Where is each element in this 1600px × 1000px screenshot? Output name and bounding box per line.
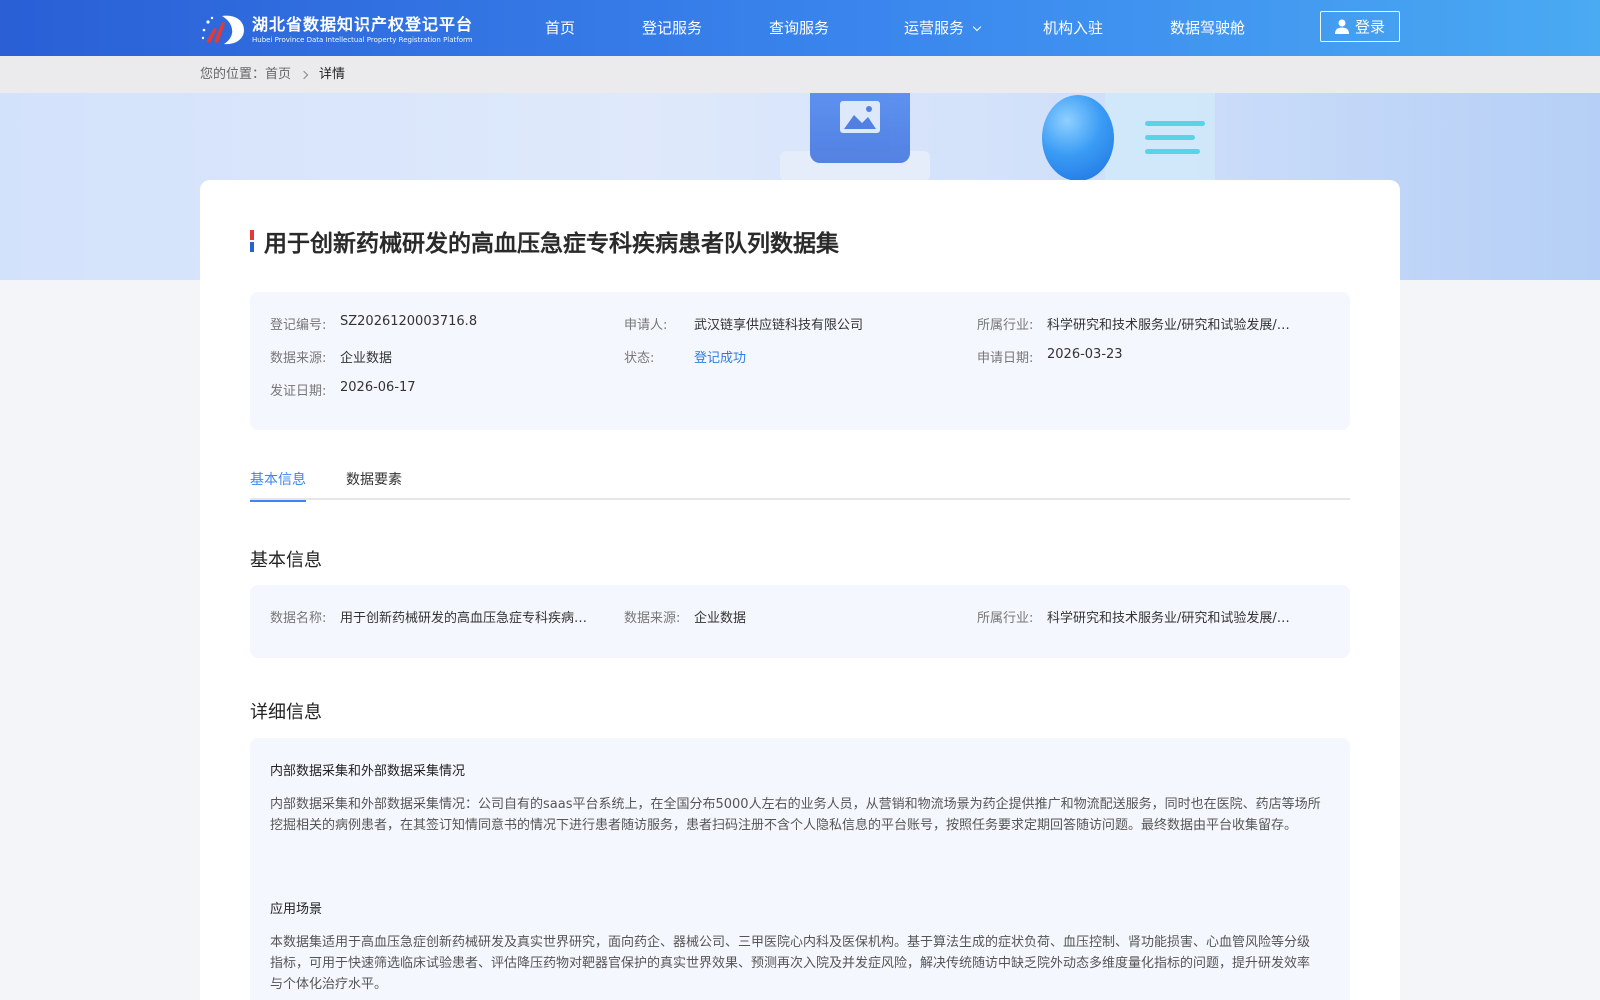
basic-info-panel: 数据名称: 用于创新药械研发的高血压急症专科疾病… 数据来源: 企业数据 所属行… — [250, 585, 1350, 658]
collection-text: 内部数据采集和外部数据采集情况：公司自有的saas平台系统上，在全国分布5000… — [270, 797, 1321, 833]
industry-field: 所属行业: 科学研究和技术服务业/研究和试验发展/… — [977, 314, 1317, 333]
platform-logo[interactable]: 湖北省数据知识产权登记平台 Hubei Province Data Intell… — [200, 12, 473, 48]
reg-no-value: SZ2026120003716.8 — [340, 314, 478, 329]
industry-label: 所属行业: — [977, 318, 1034, 333]
summary-panel: 登记编号: SZ2026120003716.8 申请人: 武汉链享供应链科技有限… — [250, 292, 1350, 430]
basic-info-heading: 基本信息 — [250, 550, 322, 571]
status-label: 状态: — [624, 351, 655, 366]
detail-tabs: 基本信息 数据要素 — [250, 460, 1350, 502]
basic-source-field: 数据来源: 企业数据 — [624, 607, 954, 626]
breadcrumb-home[interactable]: 首页 — [265, 56, 291, 93]
nav-home[interactable]: 首页 — [545, 0, 575, 56]
tab-data-elements[interactable]: 数据要素 — [346, 460, 402, 500]
status-value: 登记成功 — [694, 351, 747, 366]
logo-subtitle: Hubei Province Data Intellectual Propert… — [252, 36, 473, 44]
nav-operation-service[interactable]: 运营服务 — [904, 0, 982, 56]
breadcrumb-prefix: 您的位置： — [200, 67, 266, 82]
title-marker — [250, 230, 254, 252]
document-panel-decoration — [1105, 93, 1215, 183]
industry-value: 科学研究和技术服务业/研究和试验发展/… — [1047, 318, 1290, 333]
apply-date-field: 申请日期: 2026-03-23 — [977, 347, 1317, 366]
detail-info-heading: 详细信息 — [250, 702, 322, 723]
title-row: 用于创新药械研发的高血压急症专科疾病患者队列数据集 — [250, 224, 839, 258]
reg-no-field: 登记编号: SZ2026120003716.8 — [270, 314, 600, 333]
basic-source-value: 企业数据 — [694, 611, 747, 626]
image-card-icon — [810, 93, 910, 163]
breadcrumb-current: 详情 — [319, 67, 346, 82]
collection-heading: 内部数据采集和外部数据采集情况 — [270, 764, 466, 779]
apply-date-label: 申请日期: — [977, 351, 1034, 366]
source-value: 企业数据 — [340, 351, 393, 366]
login-button[interactable]: 登录 — [1320, 11, 1400, 42]
data-name-label: 数据名称: — [270, 611, 327, 626]
detail-card: 用于创新药械研发的高血压急症专科疾病患者队列数据集 登记编号: SZ202612… — [200, 180, 1400, 1000]
apply-date-value: 2026-03-23 — [1047, 347, 1123, 362]
nav-data-cockpit[interactable]: 数据驾驶舱 — [1170, 0, 1245, 56]
scenario-heading: 应用场景 — [270, 902, 323, 917]
source-label: 数据来源: — [270, 351, 327, 366]
logo-emblem-icon — [200, 12, 248, 48]
status-field: 状态: 登记成功 — [624, 347, 954, 366]
basic-industry-field: 所属行业: 科学研究和技术服务业/研究和试验发展/… — [977, 607, 1317, 626]
sphere-decoration — [1042, 95, 1114, 181]
applicant-value: 武汉链享供应链科技有限公司 — [694, 318, 864, 333]
tab-basic-info[interactable]: 基本信息 — [250, 460, 306, 502]
login-label: 登录 — [1354, 18, 1385, 36]
basic-industry-value: 科学研究和技术服务业/研究和试验发展/… — [1047, 611, 1290, 626]
nav-query-service[interactable]: 查询服务 — [769, 0, 829, 56]
scenario-text: 本数据集适用于高血压急症创新药械研发及真实世界研究，面向药企、器械公司、三甲医院… — [270, 935, 1311, 992]
basic-industry-label: 所属行业: — [977, 611, 1034, 626]
source-field: 数据来源: 企业数据 — [270, 347, 600, 366]
issue-date-field: 发证日期: 2026-06-17 — [270, 380, 600, 399]
breadcrumb: 您的位置： 首页 详情 — [200, 56, 345, 93]
top-header: 湖北省数据知识产权登记平台 Hubei Province Data Intell… — [0, 0, 1600, 56]
issue-date-label: 发证日期: — [270, 384, 327, 399]
basic-source-label: 数据来源: — [624, 611, 681, 626]
chevron-down-icon — [972, 22, 982, 32]
chevron-right-icon — [299, 70, 309, 79]
data-name-field: 数据名称: 用于创新药械研发的高血压急症专科疾病… — [270, 607, 600, 626]
breadcrumb-bar: 您的位置： 首页 详情 — [0, 56, 1600, 93]
nav-registration-service[interactable]: 登记服务 — [642, 0, 702, 56]
data-name-value: 用于创新药械研发的高血压急症专科疾病… — [340, 611, 588, 626]
nav-institution-entry[interactable]: 机构入驻 — [1043, 0, 1103, 56]
issue-date-value: 2026-06-17 — [340, 380, 416, 395]
detail-info-panel: 内部数据采集和外部数据采集情况 内部数据采集和外部数据采集情况：公司自有的saa… — [250, 738, 1350, 1000]
applicant-field: 申请人: 武汉链享供应链科技有限公司 — [624, 314, 954, 333]
user-icon — [1334, 19, 1349, 34]
nav-operation-service-label: 运营服务 — [904, 19, 965, 37]
logo-title: 湖北省数据知识产权登记平台 — [252, 15, 474, 34]
applicant-label: 申请人: — [624, 318, 668, 333]
reg-no-label: 登记编号: — [270, 318, 327, 333]
page-title: 用于创新药械研发的高血压急症专科疾病患者队列数据集 — [264, 231, 839, 257]
